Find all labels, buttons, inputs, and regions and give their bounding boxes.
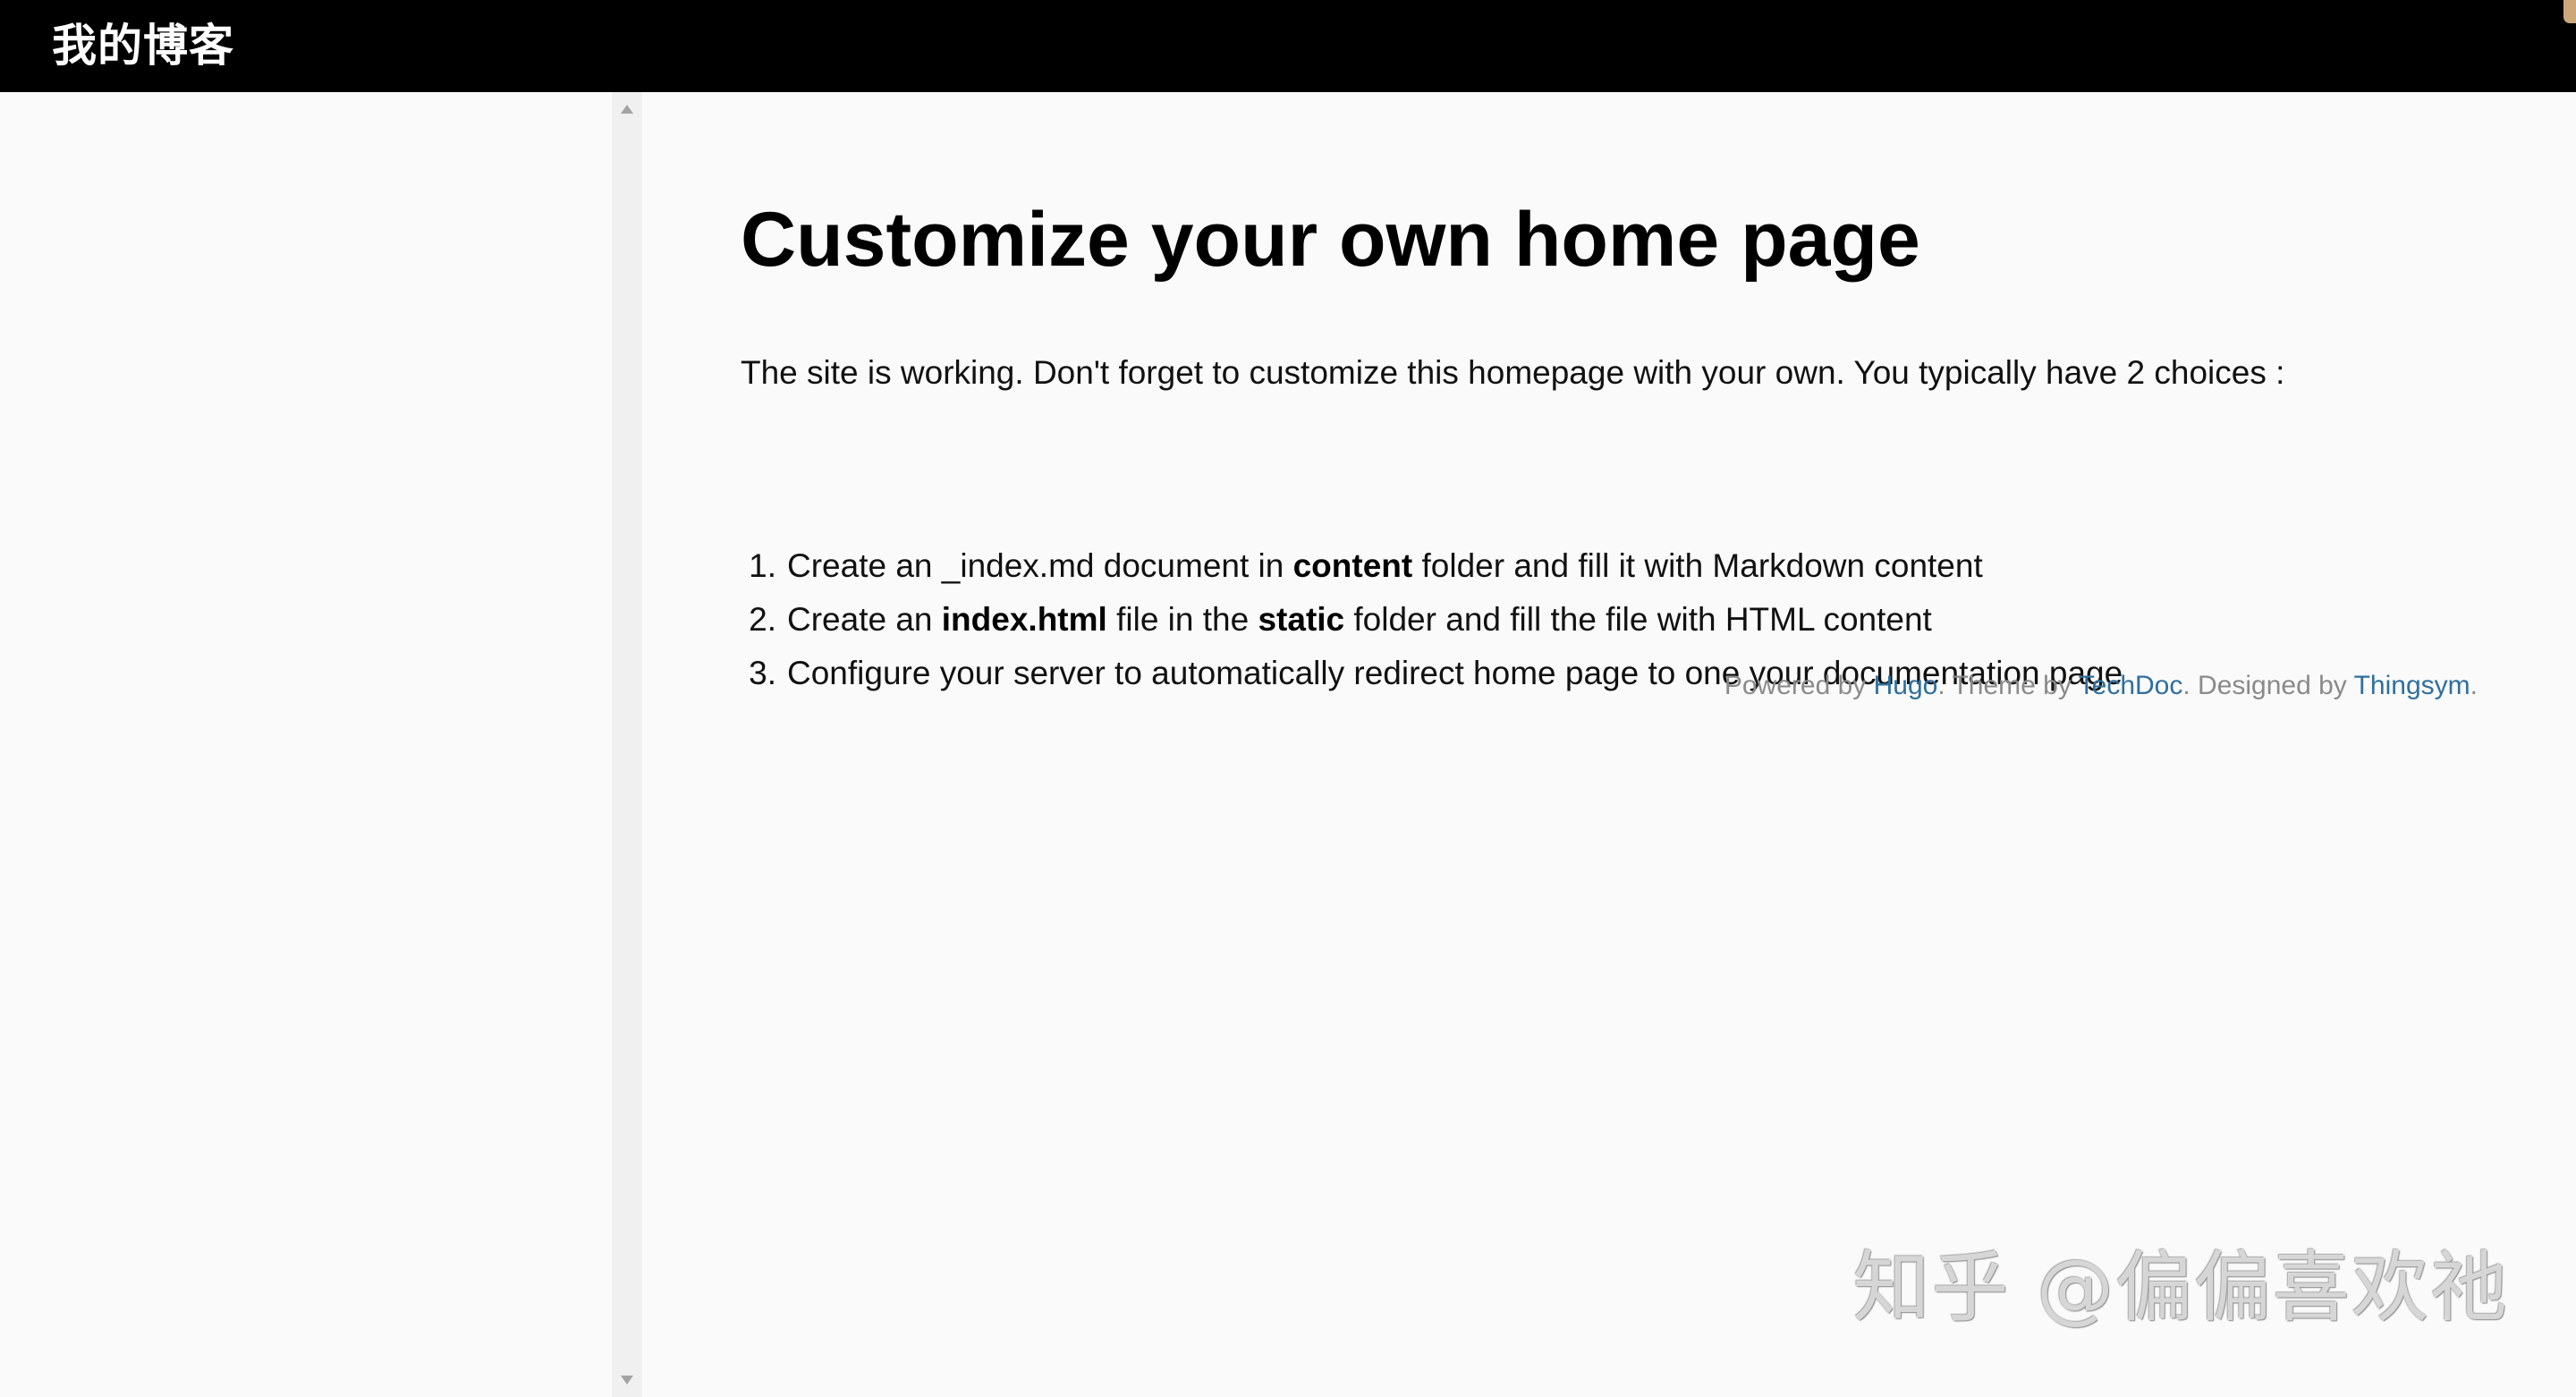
triangle-down-icon [621,1376,633,1384]
footer-credits: Powered by Hugo. Theme by TechDoc. Desig… [1724,665,2478,707]
scroll-down-button[interactable] [612,1368,642,1392]
list-item-text: file in the [1106,601,1258,638]
main-content: Customize your own home page The site is… [642,92,2576,1397]
list-item-text: Create an [787,601,942,638]
watermark: 知乎 @偏偏喜欢祂 [1852,1243,2509,1333]
footer-text: . Theme by [1937,671,2079,700]
sidebar-scrollbar[interactable] [612,92,642,1397]
sidebar [0,92,612,1397]
intro-paragraph: The site is working. Don't forget to cus… [741,354,2285,391]
list-item-text: folder and fill it with Markdown content [1412,547,1983,584]
footer-text: . [2470,671,2478,700]
list-item-text: Create an _index.md document in [787,547,1293,584]
corner-bookmark-icon [2563,0,2576,23]
list-item-number: 1. [749,547,776,584]
scroll-up-button[interactable] [612,97,642,121]
list-item-bold-text: static [1258,601,1345,638]
list-item: 2. Create an index.html file in the stati… [741,593,2123,647]
triangle-up-icon [621,105,633,114]
top-header-bar: 我的博客 [0,0,2576,92]
footer-text: . Designed by [2182,671,2354,700]
techdoc-link[interactable]: TechDoc [2079,671,2183,700]
hugo-link[interactable]: Hugo [1874,671,1938,700]
list-item: 1. Create an _index.md document in conten… [741,539,2123,593]
site-title[interactable]: 我的博客 [52,16,234,75]
list-item-bold-text: index.html [941,601,1107,638]
footer-text: Powered by [1724,671,1874,700]
page-title: Customize your own home page [741,197,1920,283]
list-item-number: 2. [749,601,776,638]
list-item-text: folder and fill the file with HTML conte… [1344,601,1932,638]
list-item-number: 3. [749,655,776,691]
thingsym-link[interactable]: Thingsym [2354,671,2470,700]
list-item-bold-text: content [1292,547,1413,584]
